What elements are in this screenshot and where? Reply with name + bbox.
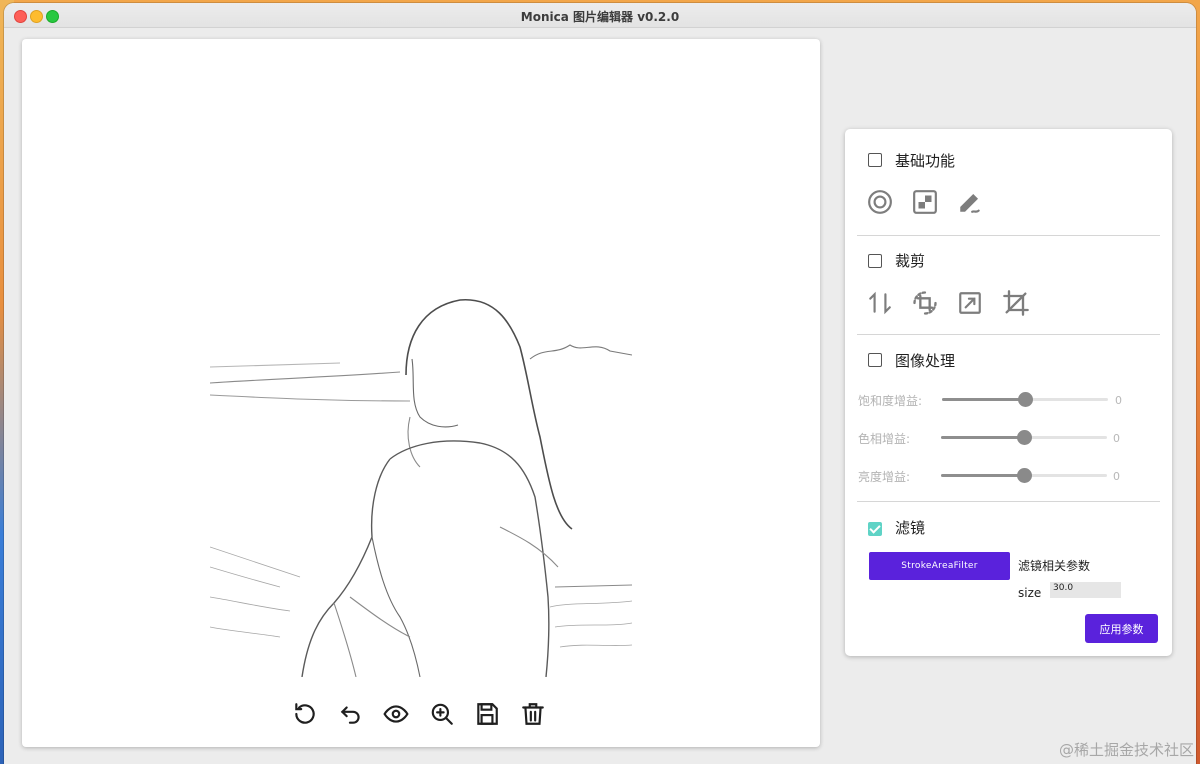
delete-icon[interactable] bbox=[518, 699, 548, 729]
resize-icon[interactable] bbox=[956, 289, 984, 317]
mosaic-icon[interactable] bbox=[911, 188, 939, 216]
sketch-image bbox=[210, 299, 632, 677]
image-processing-section-title: 图像处理 bbox=[895, 352, 956, 370]
flip-icon[interactable] bbox=[866, 289, 894, 317]
zoom-in-icon[interactable] bbox=[427, 699, 457, 729]
window-title: Monica 图片编辑器 v0.2.0 bbox=[520, 10, 680, 24]
divider bbox=[857, 501, 1160, 502]
crop-section-title: 裁剪 bbox=[895, 252, 926, 270]
brightness-slider-fill bbox=[941, 474, 1024, 477]
apply-params-button[interactable]: 应用参数 bbox=[1085, 614, 1158, 643]
basic-checkbox[interactable] bbox=[868, 153, 882, 167]
filter-params-title: 滤镜相关参数 bbox=[1018, 559, 1091, 573]
divider bbox=[857, 334, 1160, 335]
undo-icon[interactable] bbox=[336, 699, 366, 729]
image-canvas bbox=[22, 39, 820, 747]
hue-slider-thumb[interactable] bbox=[1017, 430, 1032, 445]
save-icon[interactable] bbox=[472, 699, 502, 729]
filter-checkbox[interactable] bbox=[868, 522, 882, 536]
rotate-ccw-icon[interactable] bbox=[290, 699, 320, 729]
app-window: Monica 图片编辑器 v0.2.0 基础功能 裁剪 图像处理 饱和度增益: … bbox=[4, 3, 1196, 764]
hue-label: 色相增益: bbox=[858, 432, 911, 446]
saturation-value: 0 bbox=[1115, 394, 1122, 407]
image-processing-checkbox[interactable] bbox=[868, 353, 882, 367]
saturation-label: 饱和度增益: bbox=[858, 394, 923, 408]
hue-value: 0 bbox=[1113, 432, 1120, 445]
divider bbox=[857, 235, 1160, 236]
control-panel: 基础功能 裁剪 图像处理 饱和度增益: 0 色相增益: 0 亮度增益: 0 滤镜… bbox=[845, 129, 1172, 656]
hue-slider-fill bbox=[941, 436, 1024, 439]
brightness-slider[interactable] bbox=[941, 468, 1107, 483]
doodle-icon[interactable] bbox=[956, 188, 984, 216]
eye-icon[interactable] bbox=[381, 699, 411, 729]
filter-select-button[interactable]: StrokeAreaFilter bbox=[869, 552, 1010, 580]
size-label: size bbox=[1018, 586, 1042, 600]
brightness-value: 0 bbox=[1113, 470, 1120, 483]
title-bar: Monica 图片编辑器 v0.2.0 bbox=[4, 3, 1196, 28]
watermark: @稀土掘金技术社区 bbox=[1058, 741, 1194, 759]
saturation-slider[interactable] bbox=[942, 392, 1108, 407]
filter-section-title: 滤镜 bbox=[895, 519, 926, 537]
saturation-slider-thumb[interactable] bbox=[1018, 392, 1033, 407]
basic-section-title: 基础功能 bbox=[895, 152, 956, 170]
color-picker-icon[interactable] bbox=[866, 188, 894, 216]
crop-checkbox[interactable] bbox=[868, 254, 882, 268]
crop-icon[interactable] bbox=[1002, 289, 1030, 317]
hue-slider[interactable] bbox=[941, 430, 1107, 445]
brightness-slider-thumb[interactable] bbox=[1017, 468, 1032, 483]
brightness-label: 亮度增益: bbox=[858, 470, 911, 484]
size-input[interactable] bbox=[1050, 582, 1121, 598]
saturation-slider-fill bbox=[942, 398, 1025, 401]
canvas-toolbar bbox=[290, 695, 560, 731]
rotate-icon[interactable] bbox=[911, 289, 939, 317]
